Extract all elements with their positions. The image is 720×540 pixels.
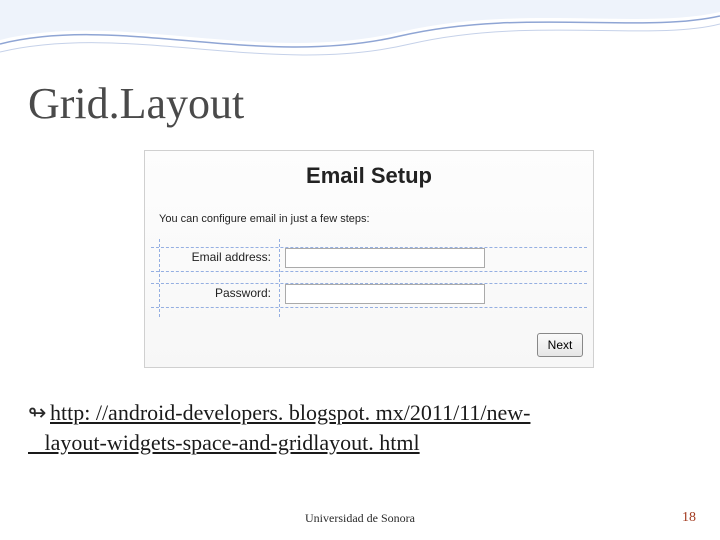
password-label: Password:	[145, 286, 277, 300]
link-line2: layout-widgets-space-and-gridlayout. htm…	[45, 430, 420, 455]
grid-guide-horizontal	[151, 307, 587, 308]
password-field[interactable]	[285, 284, 485, 304]
figure-title: Email Setup	[145, 163, 593, 189]
link-line1: http: //android-developers. blogspot. mx…	[50, 400, 530, 425]
reference-link[interactable]: http: //android-developers. blogspot. mx…	[28, 400, 530, 455]
grid-guide-horizontal	[151, 271, 587, 272]
page-number: 18	[682, 510, 696, 526]
email-label: Email address:	[145, 250, 277, 264]
email-row: Email address:	[145, 247, 593, 275]
password-row: Password:	[145, 283, 593, 311]
reference-link-block: ↬http: //android-developers. blogspot. m…	[28, 398, 680, 457]
next-button[interactable]: Next	[537, 333, 583, 357]
email-setup-figure: Email Setup You can configure email in j…	[144, 150, 594, 368]
figure-subtitle: You can configure email in just a few st…	[159, 213, 370, 225]
link-bullet-icon: ↬	[28, 398, 50, 428]
slide-title: Grid.Layout	[28, 78, 244, 129]
decorative-wave	[0, 0, 720, 90]
email-field[interactable]	[285, 248, 485, 268]
footer-text: Universidad de Sonora	[0, 511, 720, 526]
